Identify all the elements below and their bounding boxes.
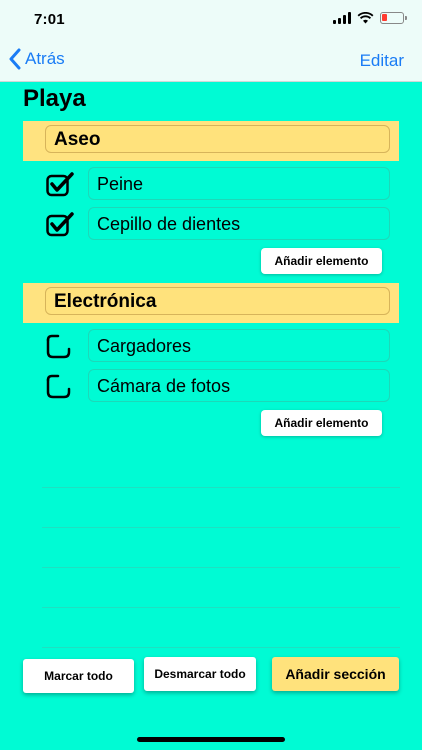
page-title: Playa <box>23 85 86 112</box>
checkbox-checked-icon[interactable] <box>46 211 74 237</box>
checkbox-checked-icon[interactable] <box>46 171 74 197</box>
unmark-all-button[interactable]: Desmarcar todo <box>144 657 256 691</box>
back-label: Atrás <box>25 49 65 68</box>
list-separator <box>42 487 400 488</box>
wifi-icon <box>357 12 374 24</box>
back-button[interactable]: Atrás <box>8 48 65 70</box>
section-header-electronica: Electrónica <box>23 283 399 323</box>
add-item-button[interactable]: Añadir elemento <box>261 248 382 274</box>
chevron-left-icon <box>9 48 21 70</box>
signal-icon <box>333 12 351 24</box>
home-indicator <box>137 737 285 742</box>
list-item: Peine <box>44 167 390 201</box>
item-name-field[interactable]: Cámara de fotos <box>88 369 390 402</box>
item-name-field[interactable]: Cargadores <box>88 329 390 362</box>
status-icons <box>333 12 407 24</box>
section-header-aseo: Aseo <box>23 121 399 161</box>
item-name-field[interactable]: Cepillo de dientes <box>88 207 390 240</box>
list-separator <box>42 607 400 608</box>
checkbox-unchecked-icon[interactable] <box>46 333 74 359</box>
checkbox-unchecked-icon[interactable] <box>46 373 74 399</box>
edit-button[interactable]: Editar <box>360 51 404 71</box>
mark-all-button[interactable]: Marcar todo <box>23 659 134 693</box>
section-title-field[interactable]: Aseo <box>45 125 390 153</box>
list-separator <box>42 567 400 568</box>
add-section-button[interactable]: Añadir sección <box>272 657 399 691</box>
list-item: Cámara de fotos <box>44 369 390 403</box>
list-item: Cepillo de dientes <box>44 207 390 241</box>
list-separator <box>42 527 400 528</box>
battery-icon <box>380 12 407 24</box>
add-item-button[interactable]: Añadir elemento <box>261 410 382 436</box>
list-separator <box>42 647 400 648</box>
top-bar: 7:01 Atrás Editar <box>0 0 422 82</box>
status-time: 7:01 <box>34 11 65 28</box>
list-item: Cargadores <box>44 329 390 363</box>
item-name-field[interactable]: Peine <box>88 167 390 200</box>
section-title-field[interactable]: Electrónica <box>45 287 390 315</box>
